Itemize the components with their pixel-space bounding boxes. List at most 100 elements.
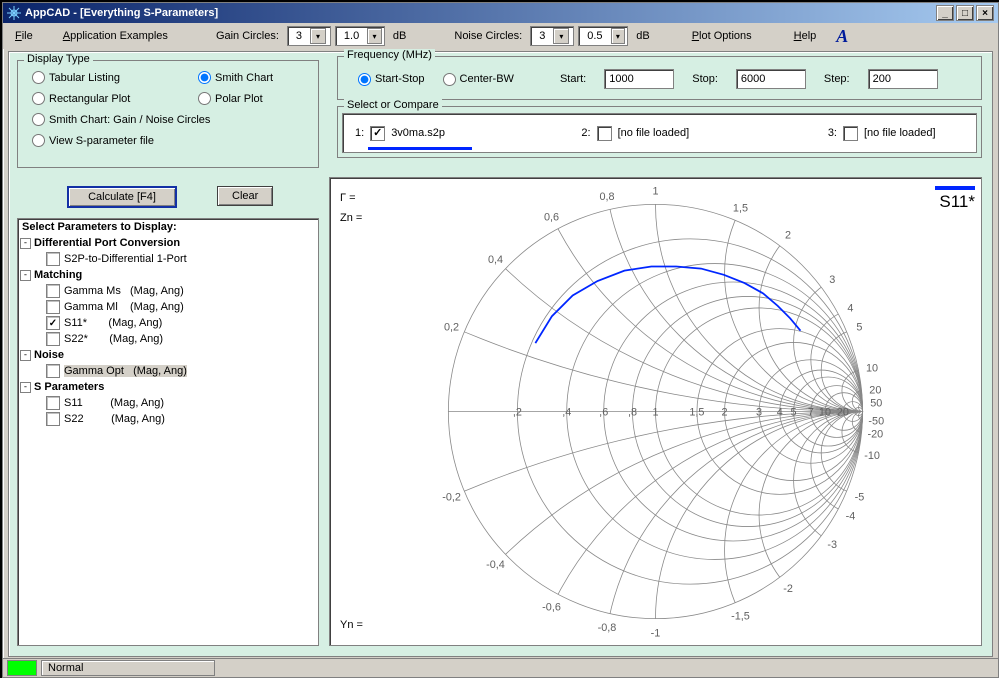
collapse-icon[interactable]: - [20,270,31,281]
noise-circles-label: Noise Circles: [450,30,526,42]
tree-sparams[interactable]: -S Parameters [18,379,318,395]
gain-step-combo[interactable]: 1.0▾ [335,26,385,46]
svg-text:0,4: 0,4 [488,254,503,266]
radio-smith-gain-noise[interactable]: Smith Chart: Gain / Noise Circles [32,113,210,126]
radio-start-stop[interactable]: Start-Stop [358,73,425,86]
svg-text:-0,2: -0,2 [442,491,461,503]
app-logo: A [832,26,852,47]
radio-tabular[interactable]: Tabular Listing [32,71,210,84]
step-field[interactable]: 200 [868,69,938,89]
status-indicator [7,660,37,676]
clear-button[interactable]: Clear [217,186,273,206]
tree-s22star[interactable]: S22* (Mag, Ang) [18,331,318,347]
start-field[interactable]: 1000 [604,69,674,89]
svg-text:0,2: 0,2 [444,321,459,333]
svg-text:,4: ,4 [562,406,571,418]
menu-help[interactable]: Help [790,30,821,42]
calculate-button[interactable]: Calculate [F4] [67,186,177,208]
svg-text:3: 3 [829,274,835,286]
tree-noise[interactable]: -Noise [18,347,318,363]
yn-label: Yn = [340,619,363,631]
tree-s2p-diff[interactable]: S2P-to-Differential 1-Port [18,251,318,267]
smith-chart[interactable]: Γ = Zn = Yn = S11* ,2,4,6,811,5234571020… [329,177,982,646]
svg-text:-2: -2 [783,583,793,595]
svg-text:-4: -4 [846,510,856,522]
menu-plot-options[interactable]: Plot Options [688,30,756,42]
svg-text:5: 5 [856,321,862,333]
checkbox-icon[interactable] [46,364,60,378]
svg-text:1,5: 1,5 [689,406,704,418]
step-label: Step: [824,73,850,85]
slot2-file[interactable]: [no file loaded] [618,127,718,139]
svg-text:-3: -3 [827,539,837,551]
svg-text:-50: -50 [868,415,884,427]
tree-s11[interactable]: S11 (Mag, Ang) [18,395,318,411]
checkbox-icon[interactable] [46,332,60,346]
slot2-checkbox[interactable] [597,126,612,141]
svg-text:-5: -5 [855,491,865,503]
chevron-down-icon: ▾ [367,28,382,44]
svg-text:-1,5: -1,5 [731,610,750,622]
close-button[interactable]: × [976,5,994,21]
radio-smith-chart[interactable]: Smith Chart [198,71,273,84]
checkbox-icon[interactable] [46,284,60,298]
tree-gamma-ms[interactable]: Gamma Ms (Mag, Ang) [18,283,318,299]
zn-label: Zn = [340,212,362,224]
tree-matching[interactable]: -Matching [18,267,318,283]
collapse-icon[interactable]: - [20,382,31,393]
radio-view-file[interactable]: View S-parameter file [32,134,210,147]
svg-text:,2: ,2 [513,406,522,418]
menu-file[interactable]: File [11,30,37,42]
svg-text:10: 10 [866,363,878,375]
noise-count-combo[interactable]: 3▾ [530,26,574,46]
radio-center-bw[interactable]: Center-BW [443,73,514,86]
svg-text:10: 10 [819,406,831,418]
svg-text:0,6: 0,6 [544,211,559,223]
svg-text:-0,6: -0,6 [542,601,561,613]
svg-text:1: 1 [652,406,658,418]
svg-text:0,8: 0,8 [599,191,614,203]
chevron-down-icon: ▾ [310,28,326,44]
chevron-down-icon: ▾ [611,28,626,44]
noise-step-combo[interactable]: 0.5▾ [578,26,628,46]
radio-polar[interactable]: Polar Plot [198,92,273,105]
svg-text:2: 2 [722,406,728,418]
checkbox-icon[interactable] [46,412,60,426]
chevron-down-icon: ▾ [553,28,569,44]
svg-text:-1: -1 [651,627,661,639]
noise-unit: dB [632,30,653,42]
menu-app-examples[interactable]: Application Examples [59,30,172,42]
tree-s11star[interactable]: S11* (Mag, Ang) [18,315,318,331]
tree-gamma-opt[interactable]: Gamma Opt (Mag, Ang) [18,363,318,379]
maximize-button[interactable]: □ [956,5,974,21]
checkbox-icon[interactable] [46,316,60,330]
slot2-label: 2: [581,127,590,139]
svg-text:4: 4 [777,406,783,418]
svg-text:1: 1 [652,186,658,198]
slot1-checkbox[interactable] [370,126,385,141]
checkbox-icon[interactable] [46,252,60,266]
collapse-icon[interactable]: - [20,350,31,361]
tree-diff-port[interactable]: -Differential Port Conversion [18,235,318,251]
stop-field[interactable]: 6000 [736,69,806,89]
gain-count-combo[interactable]: 3▾ [287,26,331,46]
svg-text:20: 20 [869,384,881,396]
start-label: Start: [560,73,586,85]
status-text: Normal [41,660,215,676]
collapse-icon[interactable]: - [20,238,31,249]
slot3-file[interactable]: [no file loaded] [864,127,964,139]
series-legend: S11* [935,186,975,212]
slot3-label: 3: [828,127,837,139]
display-type-legend: Display Type [24,53,93,65]
checkbox-icon[interactable] [46,396,60,410]
radio-rectangular[interactable]: Rectangular Plot [32,92,210,105]
checkbox-icon[interactable] [46,300,60,314]
select-compare-legend: Select or Compare [344,99,442,111]
tree-s22[interactable]: S22 (Mag, Ang) [18,411,318,427]
tree-gamma-ml[interactable]: Gamma Ml (Mag, Ang) [18,299,318,315]
slot1-label: 1: [355,127,364,139]
slot3-checkbox[interactable] [843,126,858,141]
slot1-file[interactable]: 3v0ma.s2p [391,127,471,139]
minimize-button[interactable]: _ [936,5,954,21]
gain-circles-label: Gain Circles: [212,30,283,42]
